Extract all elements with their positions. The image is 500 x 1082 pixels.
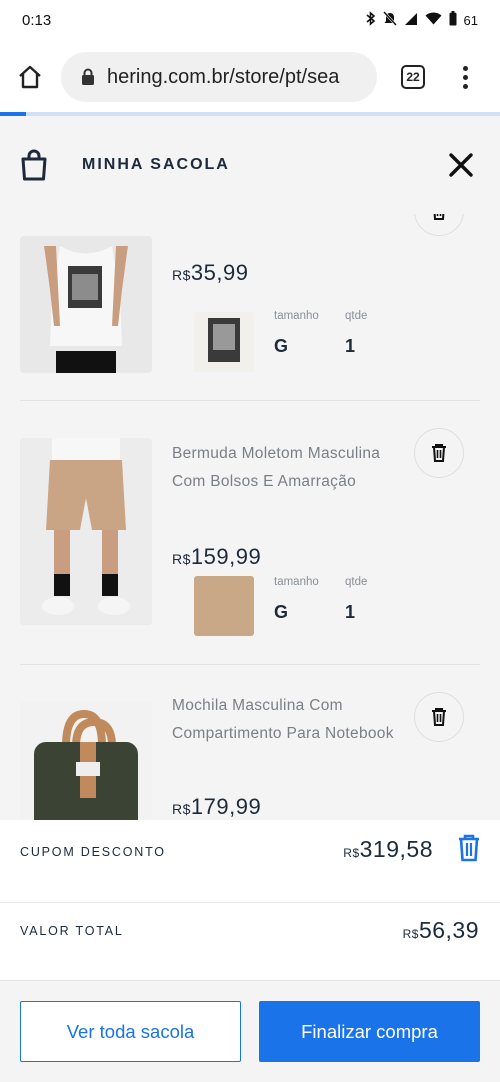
menu-dot: [462, 74, 468, 80]
price-value: 179,99: [190, 794, 262, 819]
remove-item-button[interactable]: [414, 428, 464, 478]
coupon-amount: 319,58: [359, 836, 433, 862]
item-divider: [20, 664, 480, 665]
qty-value: 1: [345, 336, 356, 356]
coupon-label: CUPOM DESCONTO: [20, 845, 166, 859]
total-amount: 56,39: [418, 917, 479, 943]
remove-coupon-trash-icon[interactable]: [458, 834, 480, 862]
status-bar: 0:13 61: [0, 0, 500, 40]
cart-item: Bermuda Moletom Masculina Com Bolsos E A…: [0, 428, 500, 658]
coupon-value: R$319,58: [343, 836, 433, 863]
trash-icon: [433, 214, 445, 220]
color-swatch[interactable]: [194, 312, 254, 372]
checkout-button[interactable]: Finalizar compra: [259, 1001, 480, 1062]
size-value: G: [274, 336, 289, 356]
price-value: 35,99: [190, 260, 249, 285]
qty-label: qtde: [345, 310, 368, 322]
currency-symbol: R$: [402, 927, 419, 941]
size-label: tamanho: [274, 576, 319, 588]
bluetooth-icon: [366, 11, 376, 29]
close-icon[interactable]: [446, 150, 476, 180]
product-price: R$159,99: [172, 544, 261, 570]
remove-item-button[interactable]: [414, 214, 464, 236]
browser-toolbar: hering.com.br/store/pt/sea 22: [0, 40, 500, 114]
size-label: tamanho: [274, 310, 319, 322]
currency-symbol: R$: [343, 846, 360, 860]
summary-divider: [0, 902, 500, 903]
product-image-backpack[interactable]: [20, 702, 152, 820]
trash-icon: [432, 708, 446, 726]
product-name: Mochila Masculina Com Compartimento Para…: [172, 697, 394, 742]
trash-icon: [432, 444, 446, 462]
product-name: Bermuda Moletom Masculina Com Bolsos E A…: [172, 445, 381, 490]
color-swatch[interactable]: [194, 576, 254, 636]
cart-header: MINHA SACOLA: [0, 116, 500, 214]
url-text: hering.com.br/store/pt/sea: [107, 65, 340, 88]
signal-icon: [404, 12, 418, 29]
address-bar[interactable]: hering.com.br/store/pt/sea: [61, 52, 377, 102]
menu-dot: [462, 65, 468, 71]
price-value: 159,99: [190, 544, 262, 569]
battery-level: 61: [463, 12, 478, 28]
cart-item: ' R$35,99 tamanho qtde G 1: [0, 214, 500, 406]
qty-value: 1: [345, 602, 356, 622]
status-time: 0:13: [22, 11, 52, 29]
product-price: R$35,99: [172, 260, 248, 286]
mute-icon: [382, 11, 397, 29]
qty-label: qtde: [345, 576, 368, 588]
total-value: R$56,39: [403, 917, 479, 944]
product-image-tank-top[interactable]: [20, 236, 152, 373]
total-label: VALOR TOTAL: [20, 924, 124, 938]
wifi-icon: [425, 12, 442, 28]
status-icons: 61: [366, 11, 478, 29]
cart-items-list[interactable]: ' R$35,99 tamanho qtde G 1: [0, 214, 500, 820]
size-value: G: [274, 602, 289, 622]
lock-icon: [82, 68, 94, 85]
cart-footer: Ver toda sacola Finalizar compra: [0, 980, 500, 1082]
menu-dot: [462, 83, 468, 89]
browser-menu-button[interactable]: [455, 65, 475, 89]
battery-icon: [449, 11, 457, 29]
home-icon: [19, 65, 41, 89]
cart-summary: CUPOM DESCONTO R$319,58 VALOR TOTAL R$56…: [0, 820, 500, 980]
product-price: R$179,99: [172, 794, 261, 820]
shopping-bag-icon: [21, 149, 47, 181]
product-image-shorts[interactable]: [20, 438, 152, 625]
currency-symbol: R$: [172, 267, 191, 283]
home-button[interactable]: [13, 60, 47, 94]
currency-symbol: R$: [172, 551, 191, 567]
view-bag-button[interactable]: Ver toda sacola: [20, 1001, 241, 1062]
remove-item-button[interactable]: [414, 692, 464, 742]
item-divider: [20, 400, 480, 401]
currency-symbol: R$: [172, 801, 191, 817]
cart-item: Mochila Masculina Com Compartimento Para…: [0, 692, 500, 820]
cart-title: MINHA SACOLA: [82, 156, 230, 173]
tab-switcher-button[interactable]: 22: [401, 65, 425, 89]
